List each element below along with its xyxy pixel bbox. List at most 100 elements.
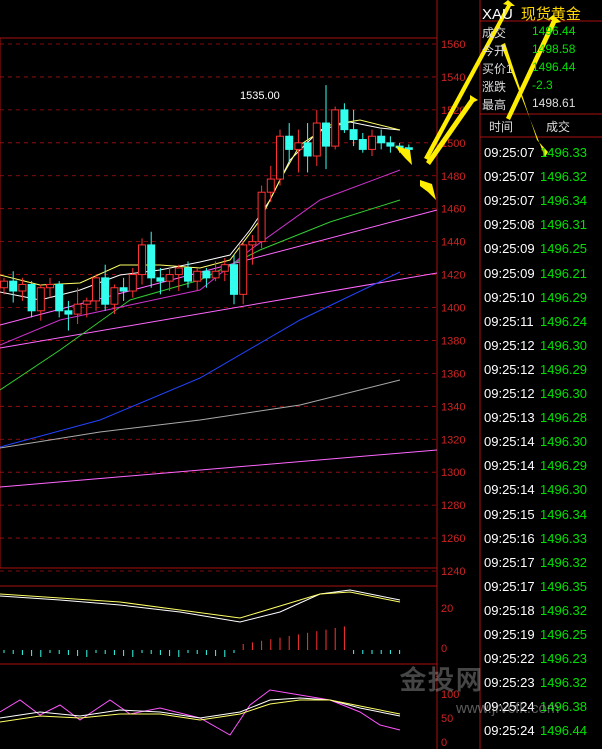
price-tick: 1540 <box>441 72 465 84</box>
price-tick: 1560 <box>441 39 465 51</box>
candle-body <box>174 267 183 276</box>
tick-row[interactable]: 09:25:07 1496.32 <box>484 169 600 189</box>
tick-row[interactable]: 09:25:09 1496.21 <box>484 266 600 286</box>
tick-price: 1496.23 <box>540 651 587 667</box>
tick-row[interactable]: 09:25:10 1496.29 <box>484 290 600 310</box>
candle-body <box>110 287 119 305</box>
tick-row[interactable]: 09:25:12 1496.30 <box>484 386 600 406</box>
tick-price: 1496.34 <box>540 506 587 522</box>
tick-row[interactable]: 09:25:14 1496.29 <box>484 458 600 478</box>
candle-body <box>322 122 330 147</box>
tick-row[interactable]: 09:25:19 1496.25 <box>484 627 600 647</box>
candle-body <box>377 135 386 144</box>
kdj-j-line <box>0 689 401 736</box>
candle-body <box>18 283 27 292</box>
tick-price: 1496.29 <box>540 458 587 474</box>
quote-value: 1498.61 <box>532 96 576 110</box>
candle-body <box>64 310 73 315</box>
tick-time: 09:25:12 <box>484 337 535 353</box>
brand-watermark: 金投网 <box>400 665 485 695</box>
tick-time: 09:25:09 <box>484 241 535 257</box>
candle-body <box>276 135 284 180</box>
tick-row[interactable]: 09:25:17 1496.32 <box>484 555 600 575</box>
tick-time: 09:25:17 <box>484 578 535 594</box>
tick-price: 1496.33 <box>540 145 587 160</box>
quote-label: 买价1 <box>482 62 513 76</box>
tick-row[interactable]: 09:25:23 1496.32 <box>484 675 600 695</box>
tick-price: 1496.32 <box>540 675 587 691</box>
symbol-label: XAU <box>482 6 513 23</box>
candle-body <box>248 241 257 246</box>
quote-value: 1498.58 <box>532 42 576 56</box>
tick-row[interactable]: 09:25:12 1496.30 <box>484 338 600 358</box>
tick-time: 09:25:14 <box>484 458 535 474</box>
tick-price: 1496.29 <box>540 289 587 305</box>
tick-price: 1496.44 <box>540 723 587 739</box>
tick-price: 1496.30 <box>540 337 587 353</box>
candle-body <box>46 283 54 289</box>
tick-row[interactable]: 09:25:07 1496.33 <box>484 145 600 165</box>
tick-price: 1496.34 <box>540 193 587 209</box>
price-tick: 1360 <box>441 368 465 380</box>
tick-row[interactable]: 09:25:09 1496.25 <box>484 241 600 261</box>
tick-row[interactable]: 09:25:13 1496.28 <box>484 410 600 430</box>
macd-tick: 20 <box>441 603 453 615</box>
kdj-tick: 50 <box>441 713 453 725</box>
candle-body <box>101 277 110 305</box>
ticks-time-header: 时间 <box>489 120 514 134</box>
candle-body <box>0 280 8 289</box>
tick-row[interactable]: 09:25:14 1496.30 <box>484 482 600 502</box>
quote-value: -2.3 <box>532 78 553 92</box>
tick-row[interactable]: 09:25:18 1496.32 <box>484 603 600 623</box>
tick-time: 09:25:15 <box>484 506 535 522</box>
candle-body <box>211 270 220 279</box>
tick-time: 09:25:16 <box>484 530 535 546</box>
tick-price: 1496.25 <box>540 241 587 257</box>
candle-body <box>27 283 36 312</box>
tick-price: 1496.28 <box>540 410 587 426</box>
candle-body <box>239 244 248 295</box>
candle-body <box>266 178 275 193</box>
quote-label: 成交 <box>482 26 507 40</box>
candle-body <box>184 267 192 282</box>
tick-row[interactable]: 09:25:16 1496.33 <box>484 531 600 551</box>
quote-label: 涨跌 <box>482 80 507 94</box>
tick-time: 09:25:07 <box>484 169 535 185</box>
price-axis: 1560154015201500148014601440142014001380… <box>441 39 465 749</box>
tick-row[interactable]: 09:25:14 1496.30 <box>484 434 600 454</box>
tick-row[interactable]: 09:25:15 1496.34 <box>484 507 600 527</box>
tick-row[interactable]: 09:25:22 1496.23 <box>484 651 600 671</box>
candle-body <box>303 142 312 157</box>
tick-row[interactable]: 09:25:17 1496.35 <box>484 579 600 599</box>
tick-price: 1496.32 <box>540 554 587 570</box>
candle-body <box>340 109 349 131</box>
candle-body <box>285 135 294 150</box>
price-tick: 1440 <box>441 237 465 249</box>
tick-row[interactable]: 09:25:08 1496.31 <box>484 217 600 237</box>
tick-time: 09:25:14 <box>484 482 535 498</box>
tick-row[interactable]: 09:25:12 1496.29 <box>484 362 600 382</box>
candle-body <box>294 142 303 150</box>
price-tick: 1480 <box>441 171 465 183</box>
candle-body <box>138 244 146 276</box>
tick-time: 09:25:08 <box>484 217 535 233</box>
tick-time: 09:25:19 <box>484 627 535 642</box>
candle-body <box>220 264 229 272</box>
tick-row[interactable]: 09:25:11 1496.24 <box>484 314 600 334</box>
tick-row[interactable]: 09:25:24 1496.44 <box>484 723 600 743</box>
tick-time: 09:25:13 <box>484 410 535 426</box>
price-tick: 1300 <box>441 467 465 479</box>
tick-price: 1496.30 <box>540 482 587 498</box>
candle-body <box>257 191 266 243</box>
price-tick: 1400 <box>441 303 465 315</box>
candle-body <box>358 139 367 150</box>
tick-row[interactable]: 09:25:07 1496.34 <box>484 193 600 213</box>
candle-body <box>156 277 165 282</box>
price-tick: 1460 <box>441 204 465 216</box>
tick-price: 1496.31 <box>540 217 587 233</box>
macd-tick: 0 <box>441 643 447 655</box>
tick-price: 1496.24 <box>540 313 587 329</box>
candle-body <box>55 283 64 312</box>
candle-body <box>92 277 100 302</box>
tick-price: 1496.33 <box>540 530 587 546</box>
